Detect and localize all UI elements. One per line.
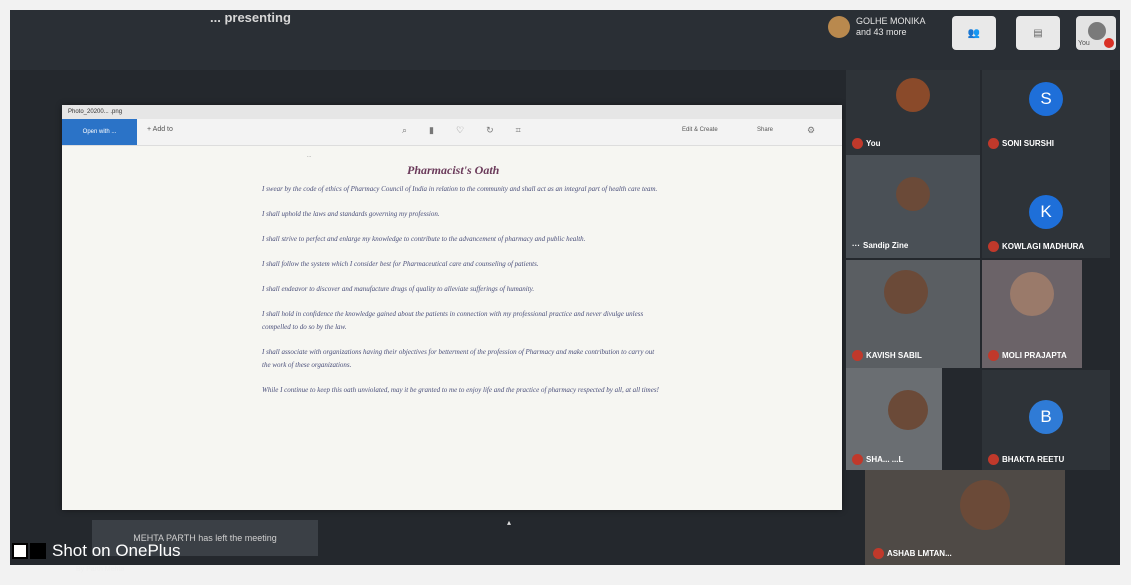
participant-tile[interactable]: KAVISH SABIL <box>846 260 980 368</box>
participant-tile[interactable]: MOLI PRAJAPTA <box>982 260 1082 368</box>
participants-chip[interactable]: GOLHE MONIKA and 43 more <box>828 16 926 38</box>
participant-name: MOLI PRAJAPTA <box>1002 351 1067 360</box>
participants-button[interactable]: 👥 <box>952 16 996 50</box>
mic-off-icon <box>852 138 863 149</box>
open-with-button[interactable]: Open with ... <box>62 119 137 145</box>
mic-off-icon <box>852 454 863 465</box>
document-filename: Photo_20200... .png <box>62 105 842 119</box>
mic-off-icon <box>988 138 999 149</box>
participant-name: GOLHE MONIKA <box>856 16 926 26</box>
oath-paragraph: I shall follow the system which I consid… <box>262 260 539 268</box>
document-heading: Pharmacist's Oath <box>407 163 500 177</box>
oneplus-triangle-icon <box>30 543 46 559</box>
add-to-button[interactable]: + Add to <box>147 119 173 141</box>
participant-name: SHA... ...L <box>866 455 904 464</box>
mic-off-icon <box>988 454 999 465</box>
oath-paragraph: I swear by the code of ethics of Pharmac… <box>262 185 658 193</box>
avatar <box>896 78 930 112</box>
avatar <box>1010 272 1054 316</box>
more-icon: ··· <box>852 241 860 250</box>
mic-off-icon <box>988 241 999 252</box>
camera-watermark: Shot on OnePlus <box>12 541 181 561</box>
avatar: S <box>1029 82 1063 116</box>
people-icon: 👥 <box>967 27 981 39</box>
avatar <box>960 480 1010 530</box>
mic-off-icon <box>988 350 999 361</box>
avatar <box>828 16 850 38</box>
presenting-text: ... presenting <box>210 10 291 25</box>
meet-screen: ... presenting GOLHE MONIKA and 43 more … <box>10 10 1120 565</box>
participant-name: KOWLAGI MADHURA <box>1002 242 1085 251</box>
participant-tile[interactable]: K KOWLAGI MADHURA <box>982 155 1110 258</box>
avatar <box>884 270 928 314</box>
document-note: ... <box>307 153 312 159</box>
participant-more: and 43 more <box>856 27 907 37</box>
edit-create-button[interactable]: Edit & Create <box>682 127 718 133</box>
oath-paragraph: I shall uphold the laws and standards go… <box>262 210 440 218</box>
participant-tile[interactable]: S SONI SURSHI <box>982 70 1110 155</box>
participant-tile[interactable]: ··· Sandip Zine <box>846 155 980 258</box>
top-bar: ... presenting GOLHE MONIKA and 43 more … <box>10 10 1120 70</box>
oath-paragraph: I shall strive to perfect and enlarge my… <box>262 235 586 243</box>
self-view[interactable]: You <box>1076 16 1116 50</box>
watermark-brand: Shot on OnePlus <box>52 541 181 560</box>
participant-name: KAVISH SABIL <box>866 351 922 360</box>
mic-off-icon <box>852 350 863 361</box>
mic-off-icon <box>873 548 884 559</box>
print-icon[interactable]: ▮ <box>429 125 434 136</box>
participant-name: SONI SURSHI <box>1002 139 1055 148</box>
mic-off-icon <box>1104 38 1114 48</box>
participant-name: BHAKTA REETU <box>1002 455 1065 464</box>
document-toolbar: Open with ... + Add to ⌕ ▮ ♡ ↻ ⌗ Edit & … <box>62 119 842 146</box>
oath-paragraph: While I continue to keep this oath unvio… <box>262 386 659 394</box>
rotate-icon[interactable]: ↻ <box>486 125 494 136</box>
heart-icon[interactable]: ♡ <box>456 125 464 136</box>
participant-tile[interactable]: B BHAKTA REETU <box>982 370 1110 470</box>
document-body: I swear by the code of ethics of Pharmac… <box>262 183 662 409</box>
oneplus-square-icon <box>12 543 28 559</box>
crop-icon[interactable]: ⌗ <box>516 125 521 136</box>
participant-name: You <box>866 139 881 148</box>
chat-button[interactable]: ▤ <box>1016 16 1060 50</box>
chat-icon: ▤ <box>1033 27 1043 39</box>
avatar <box>888 390 928 430</box>
participant-name: Sandip Zine <box>863 241 909 250</box>
shared-document-window: Photo_20200... .png Open with ... + Add … <box>62 105 842 510</box>
avatar <box>1088 22 1106 40</box>
viewer-tools: ⌕ ▮ ♡ ↻ ⌗ <box>402 125 521 136</box>
participant-name: ASHAB LMTAN... <box>887 549 952 558</box>
self-label: You <box>1078 40 1090 47</box>
participant-tile[interactable]: You <box>846 70 980 155</box>
avatar: K <box>1029 195 1063 229</box>
share-button[interactable]: Share <box>757 127 773 133</box>
oath-paragraph: I shall endeavor to discover and manufac… <box>262 285 535 293</box>
oath-paragraph: I shall associate with organizations hav… <box>262 348 655 369</box>
avatar: B <box>1029 400 1063 434</box>
cursor-icon: ▴ <box>507 518 512 527</box>
avatar <box>896 177 930 211</box>
search-icon[interactable]: ⌕ <box>402 125 407 136</box>
participant-tile[interactable]: SHA... ...L <box>846 368 942 470</box>
oath-paragraph: I shall hold in confidence the knowledge… <box>262 310 644 331</box>
watermark-by: By Parth Mehta <box>76 566 125 573</box>
more-icon[interactable]: ⚙ <box>807 125 815 136</box>
participant-tile[interactable]: ASHAB LMTAN... <box>865 470 1065 565</box>
